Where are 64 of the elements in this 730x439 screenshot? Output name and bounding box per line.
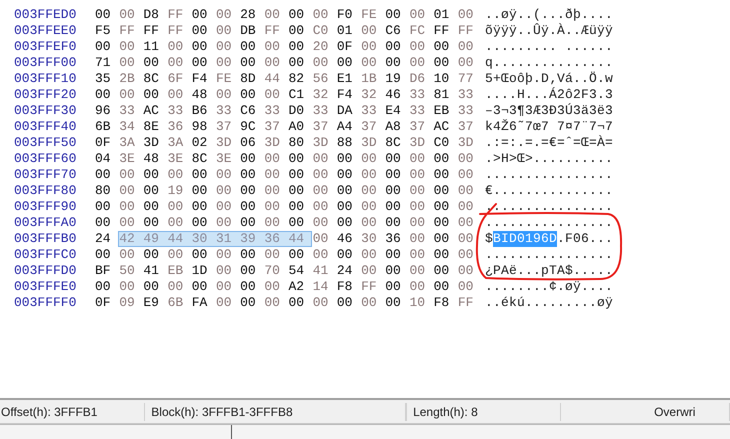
hex-bytes: 00 00 00 00 00 00 00 00 00 00 00 00 00 00 00 00: [94, 167, 474, 183]
hex-bytes: 00 00 00 00 00 00 00 00 00 00 00 00 00 00 00 00: [94, 199, 474, 215]
status-field: Block(h): 3FFFB1-3FFFB8: [145, 402, 406, 420]
offset-label: 003FFED0: [14, 7, 78, 23]
ascii-text: õÿÿÿ..Ûÿ.À..Æüÿÿ: [485, 23, 614, 39]
offset-label: 003FFFB0: [14, 231, 78, 247]
hex-bytes: 00 00 11 00 00 00 00 00 00 20 0F 00 00 00 00 00: [94, 39, 474, 55]
hex-bytes: 80 00 00 19 00 00 00 00 00 00 00 00 00 00 00 00: [94, 183, 474, 199]
offset-label: 003FFFD0: [14, 263, 78, 279]
hex-bytes: 00 00 00 00 48 00 00 00 C1 32 F4 32 46 33 81 33: [94, 87, 474, 103]
hex-bytes: 35 2B 8C 6F F4 FE 8D 44 82 56 E1 1B 19 D6 10 77: [94, 71, 474, 87]
ascii-text: –3¬3¶3Æ3Ð3Ú3ä3ë3: [485, 103, 614, 119]
ascii-text: €...............: [485, 183, 614, 199]
offset-label: 003FFF40: [14, 119, 78, 135]
hex-bytes: 6B 34 8E 36 98 37 9C 37 A0 37 A4 37 A8 37 AC 37: [94, 119, 474, 135]
offset-label: 003FFF10: [14, 71, 78, 87]
ascii-text: k4Ž6˜7œ7 7¤7¨7¬7: [485, 119, 614, 135]
offset-label: 003FFFE0: [14, 279, 78, 295]
ascii-text: BID0196D: [493, 231, 558, 247]
ascii-text: .>H>Œ>..........: [485, 151, 614, 167]
ascii-text: ..ékú.........øÿ: [485, 295, 614, 311]
offset-label: 003FFEE0: [14, 23, 78, 39]
offset-label: 003FFF50: [14, 135, 78, 151]
hex-bytes: 96 33 AC 33 B6 33 C6 33 D0 33 DA 33 E4 33 EB 33: [94, 103, 474, 119]
status-field: Offset(h): 3FFFB1: [0, 402, 146, 420]
ascii-text: ................: [485, 215, 614, 231]
ascii-text: ....H...Á2ô2F3.3: [485, 87, 614, 103]
offset-label: 003FFF90: [14, 199, 78, 215]
hex-bytes: F5 FF FF FF 00 00 DB FF 00 C0 01 00 C6 FC FF FF: [94, 23, 474, 39]
offset-label: 003FFF30: [14, 103, 78, 119]
hex-bytes: 0F 09 E9 6B FA 00 00 00 00 00 00 00 00 10 F8 FF: [94, 295, 474, 311]
ascii-text: 5+Œoôþ.D‚Vá..Ö.w: [485, 71, 614, 87]
ascii-text: $: [485, 231, 494, 247]
ascii-text: ................: [485, 247, 614, 263]
hex-bytes: 00 00 00 00 00 00 00 00 A2 14 F8 FF 00 00 00 00: [94, 279, 474, 295]
ascii-text: ................: [485, 167, 614, 183]
status-field: Length(h): 8: [406, 402, 562, 420]
offset-label: 003FFF00: [14, 55, 78, 71]
offset-label: 003FFFC0: [14, 247, 78, 263]
offset-label: 003FFEF0: [14, 39, 78, 55]
ascii-text: ..øÿ..(...ðþ....: [485, 7, 614, 23]
offset-label: 003FFF70: [14, 167, 78, 183]
hex-bytes: 00 00 00 00 00 00 00 00 00 00 00 00 00 00 00 00: [94, 247, 474, 263]
ascii-text: .:=:.=.=€=ˆ=Œ=À=: [485, 135, 614, 151]
hex-bytes: BF 50 41 EB 1D 00 00 70 54 41 24 00 00 00 00 00: [94, 263, 474, 279]
offset-label: 003FFFF0: [14, 295, 78, 311]
hex-bytes: 24: [94, 231, 112, 247]
hex-bytes: 0F 3A 3D 3A 02 3D 06 3D 80 3D 88 3D 8C 3D C0 3D: [94, 135, 474, 151]
hex-bytes: 00 00 D8 FF 00 00 28 00 00 00 F0 FE 00 00 01 00: [94, 7, 474, 23]
hex-bytes: 00 46 30 36 00 00 00: [312, 231, 474, 247]
hex-bytes: 71 00 00 00 00 00 00 00 00 00 00 00 00 00 00 00: [94, 55, 474, 71]
hex-bytes: 42 49 44 30 31 39 36 44: [118, 231, 312, 247]
ascii-text: ¿PAë...pTA$.....: [485, 263, 614, 279]
status-field: Overwri: [648, 402, 730, 420]
ascii-text: .F06...: [557, 231, 614, 247]
hex-bytes: 04 3E 48 3E 8C 3E 00 00 00 00 00 00 00 00 00 00: [94, 151, 474, 167]
ascii-text: q...............: [485, 55, 614, 71]
offset-label: 003FFFA0: [14, 215, 78, 231]
offset-label: 003FFF60: [14, 151, 78, 167]
hex-bytes: 00 00 00 00 00 00 00 00 00 00 00 00 00 00 00 00: [94, 215, 474, 231]
offset-label: 003FFF80: [14, 183, 78, 199]
ascii-text: ........¢.øÿ....: [485, 279, 614, 295]
offset-label: 003FFF20: [14, 87, 78, 103]
ascii-text: ......... ......: [485, 39, 614, 55]
